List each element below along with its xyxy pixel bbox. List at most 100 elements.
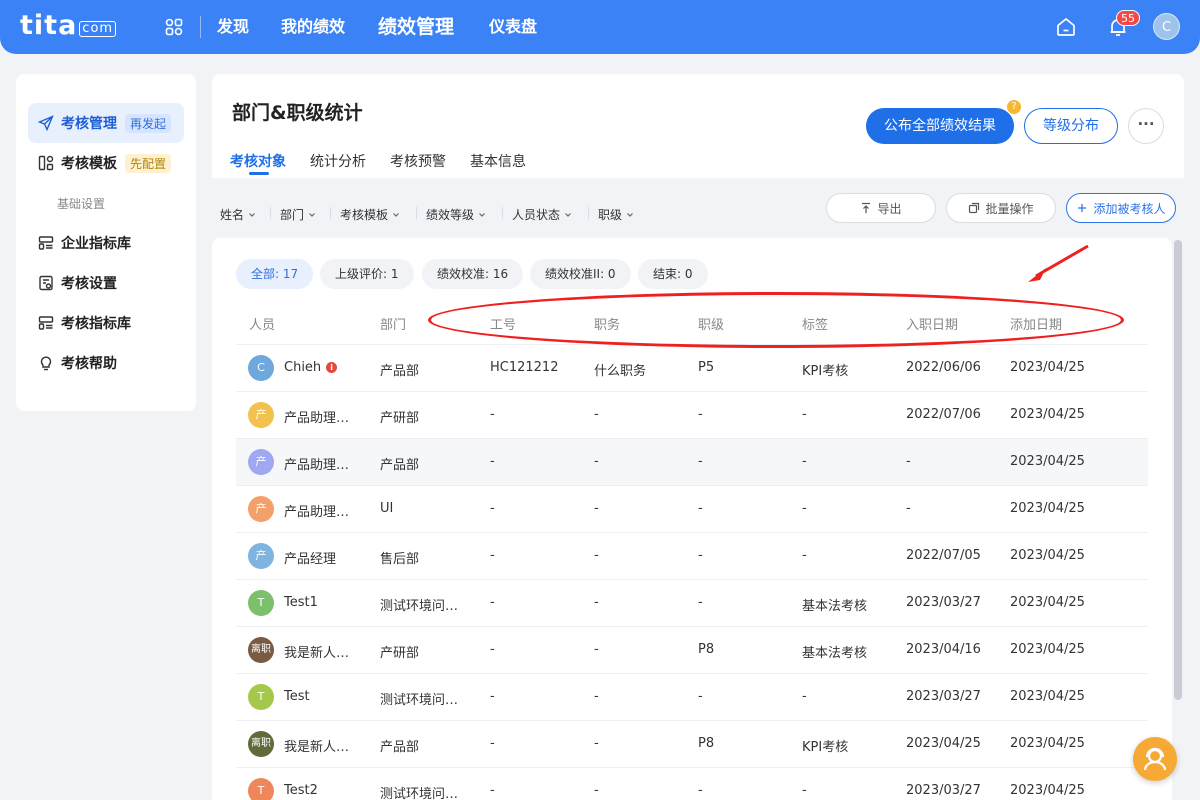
cell-person-name[interactable]: 产品助理… (284, 407, 349, 426)
assessee-table-card: 全部: 17 上级评价: 1 绩效校准: 16 绩效校准II: 0 结束: 0 … (212, 238, 1172, 800)
cell-person-name[interactable]: Test (284, 689, 310, 704)
avatar: 离职 (248, 731, 274, 757)
publish-all-results-button[interactable]: 公布全部绩效结果 (866, 108, 1014, 144)
cell-job-level: P5 (698, 360, 715, 375)
tab-statistics[interactable]: 统计分析 (310, 151, 366, 171)
tab-basic-info[interactable]: 基本信息 (470, 151, 526, 171)
cell-added-date: 2023/04/25 (1010, 454, 1085, 469)
sidebar-item-assessment-help[interactable]: 考核帮助 (28, 343, 184, 383)
cell-department: 产品部 (380, 364, 420, 379)
column-header-added-date[interactable]: 添加日期 (1010, 314, 1062, 333)
filter-template[interactable]: 考核模板 (340, 206, 400, 223)
filter-name[interactable]: 姓名 (220, 206, 256, 223)
cell-person-name[interactable]: Chieh i (284, 360, 338, 375)
column-header-job-level[interactable]: 职级 (698, 314, 724, 333)
filter-job-level[interactable]: 职级 (598, 206, 634, 223)
cell-department: 测试环境问… (380, 693, 459, 708)
sidebar-item-assessment-management[interactable]: 考核管理 再发起 (28, 103, 184, 143)
cell-person-name[interactable]: Test1 (284, 595, 318, 610)
table-row[interactable]: 产产品助理… 产研部 - - - - 2022/07/06 2023/04/25 (236, 391, 1148, 438)
cell-join-date: 2023/03/27 (906, 783, 981, 798)
sidebar-item-enterprise-indicators[interactable]: 企业指标库 (28, 223, 184, 263)
home-icon[interactable] (1054, 15, 1078, 39)
user-avatar[interactable]: C (1153, 13, 1180, 40)
table-row[interactable]: 离职 我是新人… 产品部 - - P8 KPI考核 2023/04/25 2023/04/25 (236, 720, 1148, 767)
nav-my-performance[interactable]: 我的绩效 (281, 0, 345, 54)
cell-employee-id: - (490, 689, 495, 704)
filter-person-status[interactable]: 人员状态 (512, 206, 572, 223)
help-question-icon[interactable]: ? (1007, 100, 1021, 114)
batch-icon (969, 202, 980, 214)
export-button[interactable]: 导出 (826, 193, 936, 223)
more-options-button[interactable]: ··· (1128, 108, 1164, 144)
active-tab-indicator (249, 172, 269, 175)
cell-employee-id: - (490, 736, 495, 751)
cell-person-name[interactable]: Test2 (284, 783, 318, 798)
tita-logo[interactable]: tita com (20, 10, 117, 41)
cell-job-level: - (698, 689, 703, 704)
sidebar-item-assessment-settings[interactable]: 考核设置 (28, 263, 184, 303)
cell-employee-id: - (490, 548, 495, 563)
batch-operation-button[interactable]: 批量操作 (946, 193, 1056, 223)
cell-job-level: - (698, 407, 703, 422)
tab-assessment-objects[interactable]: 考核对象 (230, 151, 286, 171)
list-icon (38, 316, 54, 330)
template-icon (38, 155, 54, 171)
status-pill-calibration[interactable]: 绩效校准: 16 (422, 259, 524, 289)
customer-service-button[interactable] (1133, 737, 1177, 781)
chevron-down-icon (479, 212, 485, 217)
cell-job-level: - (698, 501, 703, 516)
table-row[interactable]: T Test 测试环境问… - - - - 2023/03/27 2023/04/25 (236, 673, 1148, 720)
status-pill-superior-review[interactable]: 上级评价: 1 (320, 259, 414, 289)
sidebar-item-assessment-indicators[interactable]: 考核指标库 (28, 303, 184, 343)
cell-position: - (594, 454, 599, 469)
cell-employee-id: - (490, 454, 495, 469)
reinitiate-tag: 再发起 (125, 113, 172, 133)
table-row[interactable]: T Test2 测试环境问… - - - - 2023/03/27 2023/04/25 (236, 767, 1148, 800)
cell-person-name[interactable]: 我是新人… (284, 642, 349, 661)
nav-dashboard[interactable]: 仪表盘 (489, 0, 537, 54)
avatar: 产 (248, 496, 274, 522)
column-header-tag[interactable]: 标签 (802, 314, 828, 333)
status-pill-all[interactable]: 全部: 17 (236, 259, 314, 289)
apps-grid-icon[interactable] (165, 18, 183, 36)
cell-tag: - (802, 501, 807, 516)
table-row[interactable]: C Chieh i 产品部 HC121212 什么职务 P5 KPI考核 2022/06/06 2… (236, 344, 1148, 391)
status-pill-finished[interactable]: 结束: 0 (638, 259, 708, 289)
settings-doc-icon (39, 275, 53, 291)
nav-performance-management[interactable]: 绩效管理 (378, 0, 454, 54)
column-header-join-date[interactable]: 入职日期 (906, 314, 958, 333)
filter-performance-grade[interactable]: 绩效等级 (426, 206, 486, 223)
grade-distribution-button[interactable]: 等级分布 (1024, 108, 1118, 144)
lightbulb-icon (40, 356, 52, 371)
column-header-position[interactable]: 职务 (594, 314, 620, 333)
cell-department: 测试环境问… (380, 599, 459, 614)
table-row[interactable]: 产产品助理… UI - - - - - 2023/04/25 (236, 485, 1148, 532)
vertical-scrollbar[interactable] (1174, 240, 1182, 700)
chevron-down-icon (309, 212, 315, 217)
cell-person-name[interactable]: 我是新人… (284, 736, 349, 755)
table-row[interactable]: 离职 我是新人… 产研部 - - P8 基本法考核 2023/04/16 2023/04/25 (236, 626, 1148, 673)
column-header-employee-id[interactable]: 工号 (490, 314, 516, 333)
avatar: 产 (248, 402, 274, 428)
filter-department[interactable]: 部门 (280, 206, 316, 223)
cell-added-date: 2023/04/25 (1010, 642, 1085, 657)
cell-tag: - (802, 689, 807, 704)
status-pill-calibration-ii[interactable]: 绩效校准II: 0 (530, 259, 631, 289)
cell-person-name[interactable]: 产品助理… (284, 454, 349, 473)
sidebar-item-assessment-template[interactable]: 考核模板 先配置 (28, 143, 184, 183)
column-header-person[interactable]: 人员 (249, 314, 275, 333)
table-row[interactable]: T Test1 测试环境问… - - - 基本法考核 2023/03/27 2023/04/25 (236, 579, 1148, 626)
table-row[interactable]: 产产品经理 售后部 - - - - 2022/07/05 2023/04/25 (236, 532, 1148, 579)
nav-discover[interactable]: 发现 (217, 0, 249, 54)
tab-assessment-warning[interactable]: 考核预警 (390, 151, 446, 171)
info-icon[interactable]: i (326, 362, 338, 373)
column-header-department[interactable]: 部门 (380, 314, 406, 333)
add-assessee-button[interactable]: 添加被考核人 (1066, 193, 1176, 223)
cell-employee-id: - (490, 783, 495, 798)
table-row[interactable]: 产产品助理… 产品部 - - - - - 2023/04/25 (236, 438, 1148, 485)
cell-join-date: - (906, 501, 911, 516)
cell-added-date: 2023/04/25 (1010, 689, 1085, 704)
cell-person-name[interactable]: 产品经理 (284, 548, 336, 567)
cell-person-name[interactable]: 产品助理… (284, 501, 349, 520)
